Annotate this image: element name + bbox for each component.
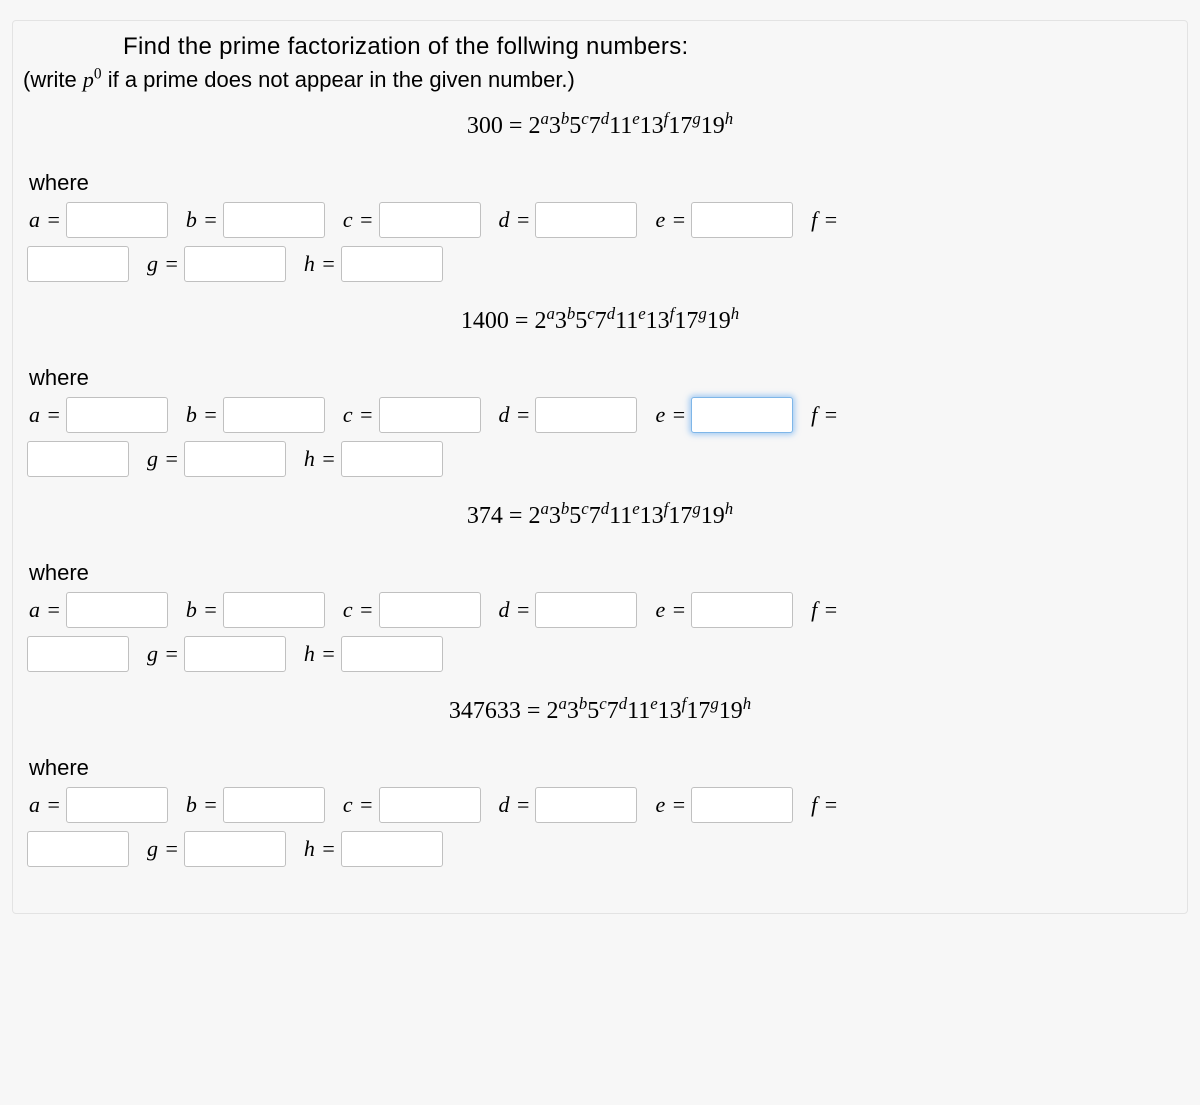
input-c[interactable] — [379, 787, 481, 823]
label-g: g = — [147, 641, 178, 667]
label-d: d = — [499, 792, 530, 818]
instruction-line-1: Find the prime factorization of the foll… — [123, 33, 1177, 61]
label-e: e = — [655, 402, 685, 428]
equation: 374 = 2a3b5c7d11e13f17g19h — [23, 503, 1177, 530]
label-e: e = — [655, 792, 685, 818]
label-d: d = — [499, 597, 530, 623]
input-f[interactable] — [27, 246, 129, 282]
input-f[interactable] — [27, 441, 129, 477]
input-e[interactable] — [691, 787, 793, 823]
input-a[interactable] — [66, 397, 168, 433]
exponent-row-2: g = h = — [23, 246, 1177, 282]
problem-374: 374 = 2a3b5c7d11e13f17g19h where a = b = c =… — [23, 503, 1177, 672]
label-e: e = — [655, 597, 685, 623]
exponent-row-2: g = h = — [23, 441, 1177, 477]
input-a[interactable] — [66, 202, 168, 238]
input-b[interactable] — [223, 202, 325, 238]
input-b[interactable] — [223, 397, 325, 433]
label-f: f = — [811, 792, 837, 818]
input-g[interactable] — [184, 636, 286, 672]
exponent-row-1: a = b = c = d = e = f = — [23, 397, 1177, 433]
problem-347633: 347633 = 2a3b5c7d11e13f17g19h where a = b =… — [23, 698, 1177, 867]
label-c: c = — [343, 207, 373, 233]
input-b[interactable] — [223, 592, 325, 628]
input-a[interactable] — [66, 592, 168, 628]
label-f: f = — [811, 402, 837, 428]
label-h: h = — [304, 446, 335, 472]
input-e[interactable] — [691, 397, 793, 433]
label-h: h = — [304, 641, 335, 667]
equation: 1400 = 2a3b5c7d11e13f17g19h — [23, 308, 1177, 335]
label-c: c = — [343, 792, 373, 818]
label-a: a = — [29, 402, 60, 428]
label-g: g = — [147, 446, 178, 472]
input-d[interactable] — [535, 787, 637, 823]
input-g[interactable] — [184, 441, 286, 477]
exponent-row-1: a = b = c = d = e = f = — [23, 202, 1177, 238]
label-g: g = — [147, 836, 178, 862]
instr-post: if a prime does not appear in the given … — [102, 67, 575, 92]
where-label: where — [29, 560, 1177, 586]
label-b: b = — [186, 597, 217, 623]
label-g: g = — [147, 251, 178, 277]
input-f[interactable] — [27, 636, 129, 672]
p-exponent-zero: 0 — [94, 66, 102, 83]
input-d[interactable] — [535, 592, 637, 628]
label-c: c = — [343, 597, 373, 623]
label-d: d = — [499, 402, 530, 428]
label-b: b = — [186, 792, 217, 818]
label-f: f = — [811, 207, 837, 233]
input-d[interactable] — [535, 202, 637, 238]
input-c[interactable] — [379, 202, 481, 238]
input-g[interactable] — [184, 246, 286, 282]
input-h[interactable] — [341, 831, 443, 867]
label-e: e = — [655, 207, 685, 233]
p-symbol: p — [83, 67, 94, 92]
input-e[interactable] — [691, 592, 793, 628]
label-b: b = — [186, 402, 217, 428]
equation: 300 = 2a3b5c7d11e13f17g19h — [23, 113, 1177, 140]
label-h: h = — [304, 836, 335, 862]
where-label: where — [29, 755, 1177, 781]
label-h: h = — [304, 251, 335, 277]
exponent-row-2: g = h = — [23, 831, 1177, 867]
input-f[interactable] — [27, 831, 129, 867]
label-f: f = — [811, 597, 837, 623]
label-d: d = — [499, 207, 530, 233]
exponent-row-1: a = b = c = d = e = f = — [23, 787, 1177, 823]
input-h[interactable] — [341, 636, 443, 672]
input-e[interactable] — [691, 202, 793, 238]
exponent-row-1: a = b = c = d = e = f = — [23, 592, 1177, 628]
label-c: c = — [343, 402, 373, 428]
input-h[interactable] — [341, 246, 443, 282]
problem-300: 300 = 2a3b5c7d11e13f17g19h where a = b = c =… — [23, 113, 1177, 282]
problem-1400: 1400 = 2a3b5c7d11e13f17g19h where a = b = c … — [23, 308, 1177, 477]
input-b[interactable] — [223, 787, 325, 823]
label-a: a = — [29, 792, 60, 818]
input-c[interactable] — [379, 397, 481, 433]
question-card: Find the prime factorization of the foll… — [12, 20, 1188, 914]
input-g[interactable] — [184, 831, 286, 867]
input-a[interactable] — [66, 787, 168, 823]
label-a: a = — [29, 597, 60, 623]
label-b: b = — [186, 207, 217, 233]
equation: 347633 = 2a3b5c7d11e13f17g19h — [23, 698, 1177, 725]
exponent-row-2: g = h = — [23, 636, 1177, 672]
instr-pre: (write — [23, 67, 83, 92]
instruction-line-2: (write p0 if a prime does not appear in … — [23, 67, 1177, 93]
where-label: where — [29, 170, 1177, 196]
input-d[interactable] — [535, 397, 637, 433]
input-c[interactable] — [379, 592, 481, 628]
label-a: a = — [29, 207, 60, 233]
input-h[interactable] — [341, 441, 443, 477]
where-label: where — [29, 365, 1177, 391]
